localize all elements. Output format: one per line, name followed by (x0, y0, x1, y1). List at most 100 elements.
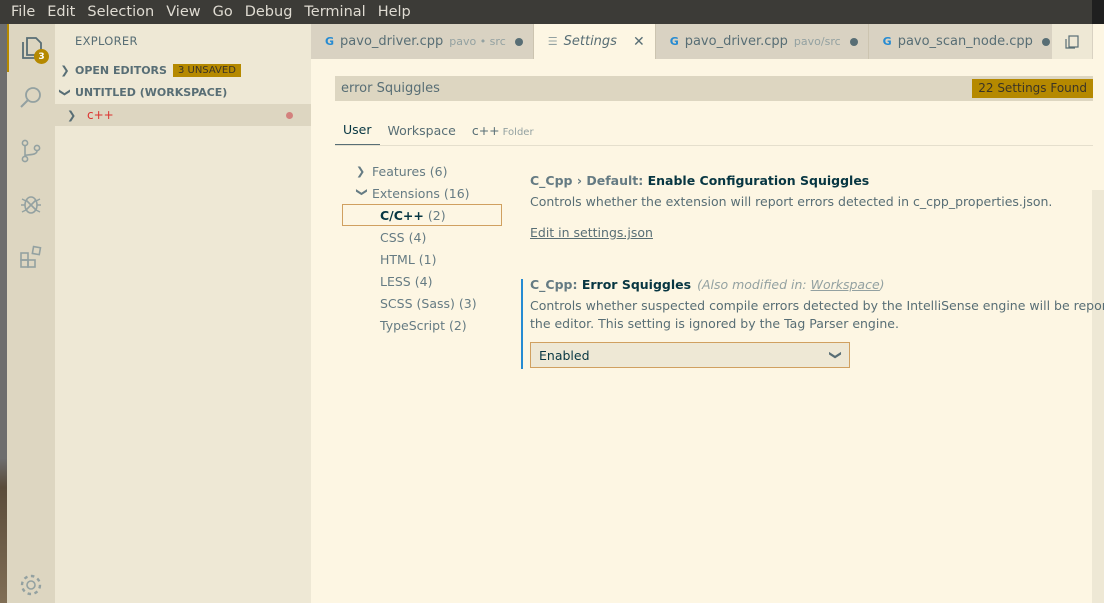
toc-css[interactable]: CSS (4) (380, 226, 426, 248)
cpp-file-icon: G (325, 35, 335, 48)
settings-search-input[interactable] (335, 81, 973, 96)
toc-count: (3) (458, 295, 477, 311)
chevron-right-icon: ❯ (60, 63, 70, 77)
menu-help[interactable]: Help (372, 0, 417, 24)
tab-description: pavo • src (449, 35, 506, 48)
tab-label: pavo_scan_node.cpp (897, 34, 1033, 49)
search-icon (20, 87, 41, 108)
dirty-dot-icon[interactable] (1041, 37, 1050, 46)
toc-count: (4) (414, 273, 433, 289)
menu-edit[interactable]: Edit (41, 0, 81, 24)
toc-label: LESS (380, 273, 411, 289)
toc-count: (16) (443, 185, 470, 201)
tab-label: pavo_driver.cpp (340, 34, 444, 49)
menu-file[interactable]: File (5, 0, 41, 24)
debug-icon (21, 196, 41, 214)
activity-search[interactable] (7, 74, 55, 122)
tab-actions (1052, 24, 1092, 59)
toc-typescript[interactable]: TypeScript (2) (380, 314, 467, 336)
problem-dot (286, 112, 293, 119)
tab-pavo-driver-2[interactable]: G pavo_driver.cpp pavo/src (655, 24, 869, 59)
setting-description: Controls whether the extension will repo… (530, 194, 1053, 209)
menu-selection[interactable]: Selection (81, 0, 160, 24)
activity-manage[interactable] (7, 561, 55, 603)
toc-label: TypeScript (380, 317, 445, 333)
toc-count: (1) (418, 251, 437, 267)
folder-name: c++ (471, 123, 500, 138)
chevron-right-icon: ❯ (356, 164, 366, 178)
cpp-file-icon: G (882, 35, 892, 48)
edit-in-settings-json-link[interactable]: Edit in settings.json (530, 225, 653, 240)
extensions-icon (20, 245, 42, 268)
tab-pavo-driver-1[interactable]: G pavo_driver.cpp pavo • src (311, 24, 534, 59)
chevron-down-icon: ❯ (58, 87, 72, 97)
toc-features[interactable]: ❯ Features (6) (356, 160, 447, 182)
toc-label: HTML (380, 251, 415, 267)
tab-description: pavo/src (793, 35, 841, 48)
setting-title-error-squiggles: C_Cpp: Error Squiggles (Also modified in:… (530, 277, 885, 292)
setting-description-line: Controls whether suspected compile error… (530, 298, 1104, 313)
close-icon[interactable]: ✕ (633, 34, 645, 50)
explorer-sidebar: EXPLORER ❯ OPEN EDITORS 3 UNSAVED ❯ UNTI… (55, 24, 311, 603)
results-count-badge: 22 Settings Found (972, 79, 1093, 98)
scope-tab-workspace[interactable]: Workspace (380, 123, 464, 145)
toc-cpp[interactable]: C/C++ (2) (342, 204, 502, 226)
error-squiggles-select[interactable]: Enabled ❯ (530, 342, 850, 368)
gear-icon (20, 574, 42, 596)
settings-file-icon: ☰ (547, 35, 558, 48)
activity-bar: 3 (7, 24, 55, 603)
setting-description-line: the editor. This setting is ignored by t… (530, 316, 899, 331)
toc-html[interactable]: HTML (1) (380, 248, 437, 270)
dirty-dot-icon[interactable] (514, 37, 523, 46)
open-settings-json-icon[interactable] (1064, 34, 1080, 50)
explorer-title: EXPLORER (75, 34, 138, 48)
modified-workspace-link[interactable]: Workspace (811, 277, 880, 292)
chevron-down-icon: ❯ (828, 349, 843, 361)
tab-pavo-scan-node[interactable]: G pavo_scan_node.cpp (868, 24, 1061, 59)
chevron-down-icon: ❯ (355, 187, 369, 197)
toc-less[interactable]: LESS (4) (380, 270, 432, 292)
toc-scss[interactable]: SCSS (Sass) (3) (380, 292, 477, 314)
setting-name: Enable Configuration Squiggles (647, 173, 870, 188)
toc-label: SCSS (Sass) (380, 295, 455, 311)
toc-count: (6) (429, 163, 448, 179)
toc-extensions[interactable]: ❯ Extensions (16) (356, 182, 470, 204)
unsaved-badge: 3 UNSAVED (172, 63, 241, 77)
chevron-right-icon: ❯ (67, 108, 77, 122)
toc-count: (4) (408, 229, 427, 245)
toc-label: Features (372, 163, 426, 179)
setting-description: Controls whether suspected compile error… (530, 297, 1104, 333)
activity-extensions[interactable] (7, 233, 55, 281)
dirty-dot-icon[interactable] (849, 37, 858, 46)
menu-go[interactable]: Go (207, 0, 239, 24)
setting-title-enable-config-squiggles: C_Cpp › Default: Enable Configuration Sq… (530, 173, 869, 188)
scope-tab-user[interactable]: User (335, 122, 380, 145)
toc-count: (2) (427, 207, 446, 223)
tree-item-cpp-folder[interactable]: ❯ c++ (55, 104, 311, 126)
source-control-icon (21, 139, 41, 163)
scope-tab-folder[interactable]: c++ Folder (464, 123, 542, 145)
desktop-background (0, 24, 7, 603)
folder-sub: Folder (502, 127, 534, 138)
setting-category: C_Cpp › Default: (530, 173, 648, 188)
tab-label: pavo_driver.cpp (684, 34, 788, 49)
setting-name: Error Squiggles (581, 277, 692, 292)
menu-debug[interactable]: Debug (239, 0, 299, 24)
menubar: File Edit Selection View Go Debug Termin… (0, 0, 1104, 24)
tab-label: Settings (563, 34, 617, 49)
settings-scope-tabs: User Workspace c++ Folder (335, 114, 1093, 146)
menu-terminal[interactable]: Terminal (298, 0, 371, 24)
activity-source-control[interactable] (7, 127, 55, 175)
activity-explorer[interactable]: 3 (7, 24, 55, 72)
tab-settings[interactable]: ☰ Settings ✕ (533, 24, 656, 59)
activity-debug[interactable] (7, 180, 55, 228)
modified-suffix: ) (879, 277, 885, 292)
tree-item-label: c++ (87, 108, 114, 122)
scrollbar-track[interactable] (1092, 190, 1104, 603)
workspace-header[interactable]: ❯ UNTITLED (WORKSPACE) (55, 81, 311, 103)
toc-count: (2) (448, 317, 467, 333)
modified-in-note: (Also modified in: Workspace) (697, 277, 884, 292)
open-editors-header[interactable]: ❯ OPEN EDITORS 3 UNSAVED (55, 59, 311, 81)
menu-view[interactable]: View (160, 0, 206, 24)
select-value: Enabled (539, 347, 590, 363)
